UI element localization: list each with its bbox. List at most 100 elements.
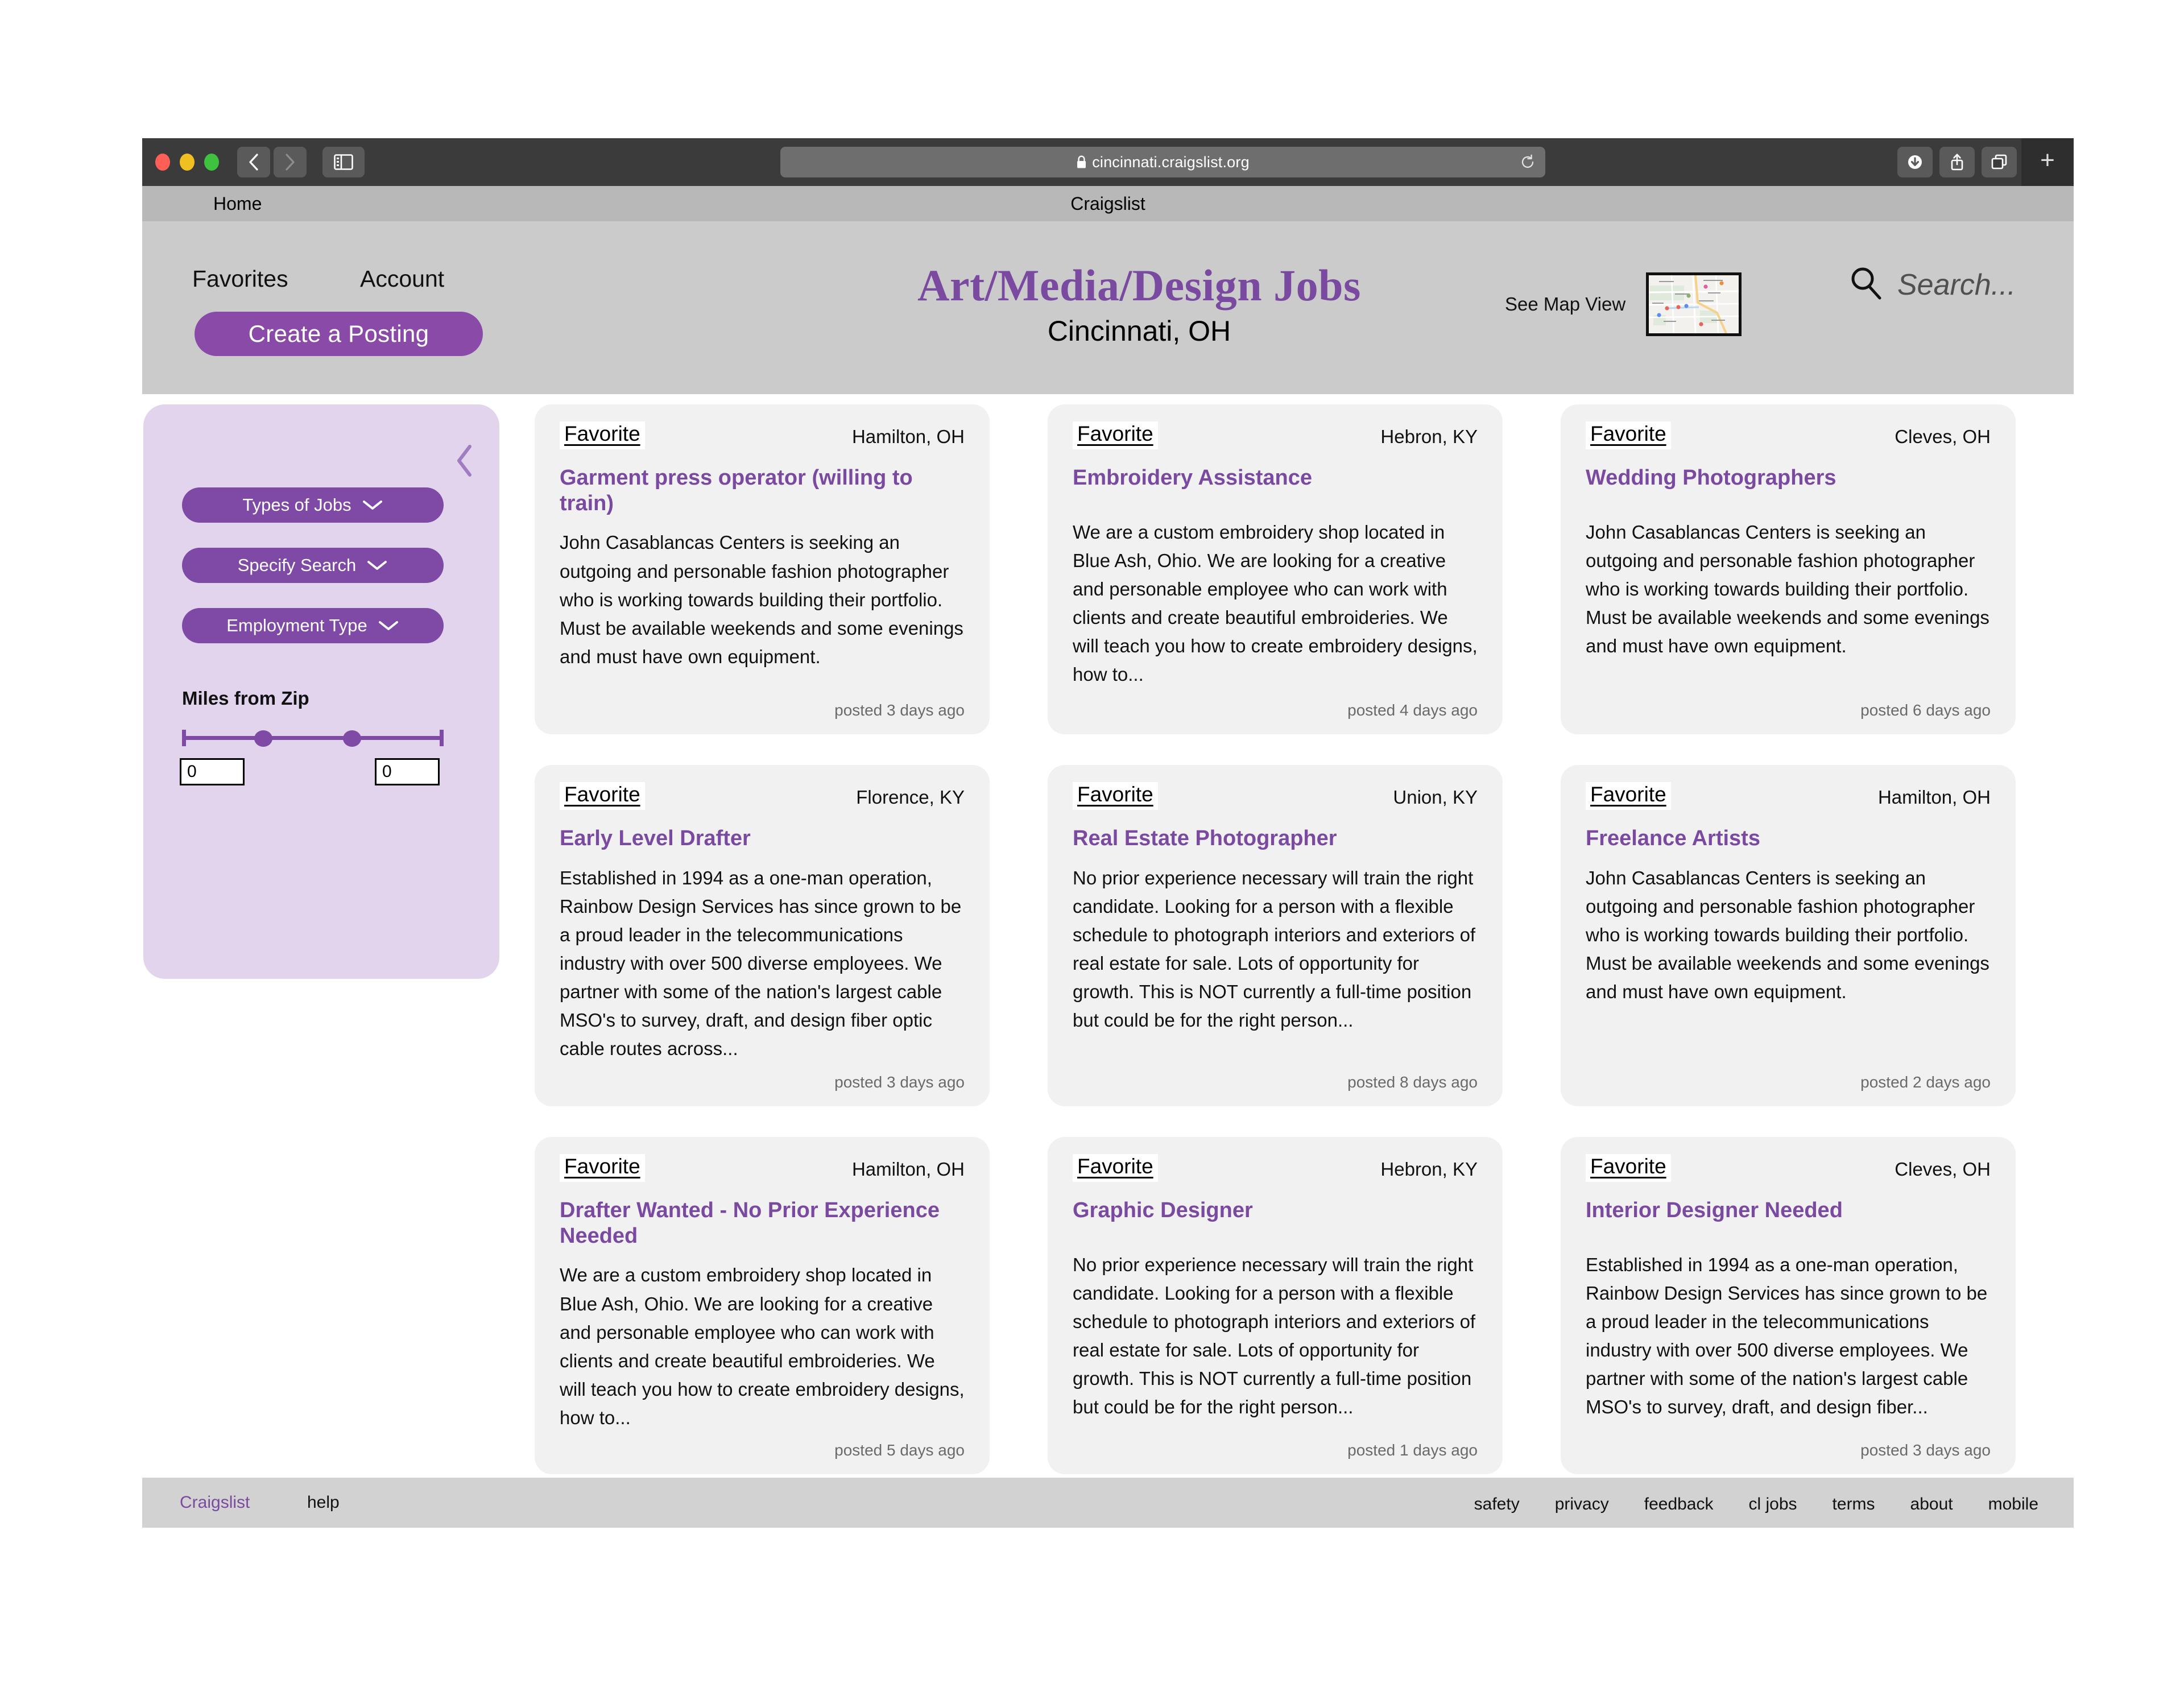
- chevron-down-icon: [366, 560, 388, 571]
- favorite-button[interactable]: Favorite: [1073, 421, 1158, 449]
- job-title[interactable]: Garment press operator (willing to train…: [560, 465, 965, 516]
- footer-link-safety[interactable]: safety: [1474, 1495, 1520, 1514]
- job-card-header: Favorite Cleves, OH: [1586, 1154, 1991, 1182]
- job-card[interactable]: Favorite Hamilton, OH Garment press oper…: [535, 404, 990, 734]
- job-posted-date: posted 6 days ago: [1860, 701, 1991, 719]
- favorite-button[interactable]: Favorite: [1586, 1154, 1671, 1182]
- address-bar-text: cincinnati.craigslist.org: [1092, 153, 1250, 171]
- job-posted-date: posted 4 days ago: [1347, 701, 1478, 719]
- miles-range-slider[interactable]: [182, 726, 444, 749]
- slider-end-cap: [440, 730, 444, 746]
- job-card[interactable]: Favorite Hamilton, OH Drafter Wanted - N…: [535, 1137, 990, 1475]
- footer-link-feedback[interactable]: feedback: [1644, 1495, 1714, 1514]
- job-title[interactable]: Real Estate Photographer: [1073, 826, 1478, 851]
- job-card[interactable]: Favorite Hamilton, OH Freelance Artists …: [1561, 765, 2016, 1106]
- footer-help-link[interactable]: help: [307, 1493, 340, 1512]
- job-card[interactable]: Favorite Cleves, OH Wedding Photographer…: [1561, 404, 2016, 734]
- address-bar[interactable]: cincinnati.craigslist.org: [780, 147, 1545, 177]
- map-thumbnail[interactable]: [1646, 272, 1742, 336]
- sidebar-toggle-button[interactable]: [322, 147, 365, 177]
- favorite-button[interactable]: Favorite: [560, 421, 645, 449]
- job-card[interactable]: Favorite Hebron, KY Graphic Designer No …: [1048, 1137, 1503, 1475]
- job-posted-date: posted 1 days ago: [1347, 1441, 1478, 1459]
- job-description: Established in 1994 as a one-man operati…: [1586, 1254, 1988, 1418]
- job-title[interactable]: Early Level Drafter: [560, 826, 965, 851]
- slider-track: [182, 736, 444, 740]
- active-tab-title[interactable]: Craigslist: [142, 193, 2074, 214]
- collapse-panel-button[interactable]: [455, 444, 474, 480]
- job-title[interactable]: Freelance Artists: [1586, 826, 1991, 851]
- minimize-window-button[interactable]: [180, 154, 195, 171]
- job-location: Cleves, OH: [1895, 1159, 1991, 1180]
- job-title[interactable]: Drafter Wanted - No Prior Experience Nee…: [560, 1198, 965, 1249]
- job-posted-date: posted 2 days ago: [1860, 1073, 1991, 1091]
- favorite-button[interactable]: Favorite: [560, 782, 645, 810]
- job-posted-date: posted 3 days ago: [1860, 1441, 1991, 1459]
- window-traffic-lights: [155, 154, 219, 171]
- reload-icon[interactable]: [1519, 154, 1536, 173]
- job-location: Florence, KY: [856, 787, 965, 808]
- tab-overview-button[interactable]: [1982, 147, 2017, 177]
- footer-brand-link[interactable]: Craigslist: [180, 1493, 250, 1512]
- miles-max-input[interactable]: 0: [375, 758, 440, 785]
- job-card-header: Favorite Hamilton, OH: [1586, 782, 1991, 810]
- job-location: Cleves, OH: [1895, 426, 1991, 447]
- job-posted-date: posted 8 days ago: [1347, 1073, 1478, 1091]
- job-description: We are a custom embroidery shop located …: [1073, 521, 1478, 685]
- sidebar-toggle-icon: [334, 154, 353, 170]
- search-icon[interactable]: [1848, 266, 1884, 304]
- footer-link-mobile[interactable]: mobile: [1988, 1495, 2038, 1514]
- favorite-button[interactable]: Favorite: [1073, 1154, 1158, 1182]
- job-title[interactable]: Interior Designer Needed: [1586, 1198, 1991, 1223]
- search-bar[interactable]: Search...: [1848, 266, 2016, 304]
- slider-start-cap: [182, 730, 186, 746]
- job-card[interactable]: Favorite Florence, KY Early Level Drafte…: [535, 765, 990, 1106]
- job-card[interactable]: Favorite Union, KY Real Estate Photograp…: [1048, 765, 1503, 1106]
- downloads-button[interactable]: [1897, 147, 1933, 177]
- close-window-button[interactable]: [155, 154, 170, 171]
- back-button[interactable]: [237, 147, 270, 177]
- job-description: No prior experience necessary will train…: [1073, 867, 1476, 1031]
- chevron-left-icon: [457, 445, 471, 477]
- site-footer: Craigslist help safety privacy feedback …: [142, 1478, 2074, 1528]
- favorite-button[interactable]: Favorite: [1586, 782, 1671, 810]
- footer-links: safety privacy feedback cl jobs terms ab…: [1474, 1495, 2038, 1514]
- footer-link-cl-jobs[interactable]: cl jobs: [1749, 1495, 1797, 1514]
- footer-link-about[interactable]: about: [1910, 1495, 1953, 1514]
- job-title[interactable]: Wedding Photographers: [1586, 465, 1991, 491]
- lock-icon: [1076, 155, 1087, 169]
- filter-types-of-jobs-label: Types of Jobs: [242, 495, 351, 515]
- slider-min-handle[interactable]: [254, 730, 272, 747]
- filter-specify-search[interactable]: Specify Search: [182, 548, 444, 583]
- search-input[interactable]: Search...: [1897, 268, 2016, 302]
- navigation-buttons: [237, 147, 307, 177]
- job-card[interactable]: Favorite Hebron, KY Embroidery Assistanc…: [1048, 404, 1503, 734]
- slider-max-handle[interactable]: [343, 730, 361, 747]
- tab-bar: Home Craigslist: [142, 186, 2074, 221]
- job-card-header: Favorite Hamilton, OH: [560, 421, 965, 449]
- share-icon: [1951, 154, 1963, 171]
- favorite-button[interactable]: Favorite: [1073, 782, 1158, 810]
- share-button[interactable]: [1939, 147, 1975, 177]
- favorite-button[interactable]: Favorite: [1586, 421, 1671, 449]
- job-posted-date: posted 3 days ago: [834, 701, 965, 719]
- miles-min-input[interactable]: 0: [180, 758, 245, 785]
- toolbar-right-actions: [1897, 147, 2017, 177]
- new-tab-button[interactable]: +: [2021, 138, 2074, 186]
- footer-link-privacy[interactable]: privacy: [1555, 1495, 1609, 1514]
- job-card-header: Favorite Hamilton, OH: [560, 1154, 965, 1182]
- see-map-view[interactable]: See Map View: [1505, 272, 1742, 336]
- favorite-button[interactable]: Favorite: [560, 1154, 645, 1182]
- job-title[interactable]: Graphic Designer: [1073, 1198, 1478, 1223]
- filter-types-of-jobs[interactable]: Types of Jobs: [182, 487, 444, 523]
- footer-link-terms[interactable]: terms: [1833, 1495, 1875, 1514]
- filter-employment-type-label: Employment Type: [226, 615, 367, 635]
- job-location: Hamilton, OH: [851, 1159, 965, 1180]
- job-description: Established in 1994 as a one-man operati…: [560, 867, 962, 1060]
- job-title[interactable]: Embroidery Assistance: [1073, 465, 1478, 491]
- forward-button[interactable]: [274, 147, 307, 177]
- job-location: Hebron, KY: [1380, 1159, 1478, 1180]
- filter-employment-type[interactable]: Employment Type: [182, 608, 444, 643]
- maximize-window-button[interactable]: [204, 154, 219, 171]
- job-card[interactable]: Favorite Cleves, OH Interior Designer Ne…: [1561, 1137, 2016, 1475]
